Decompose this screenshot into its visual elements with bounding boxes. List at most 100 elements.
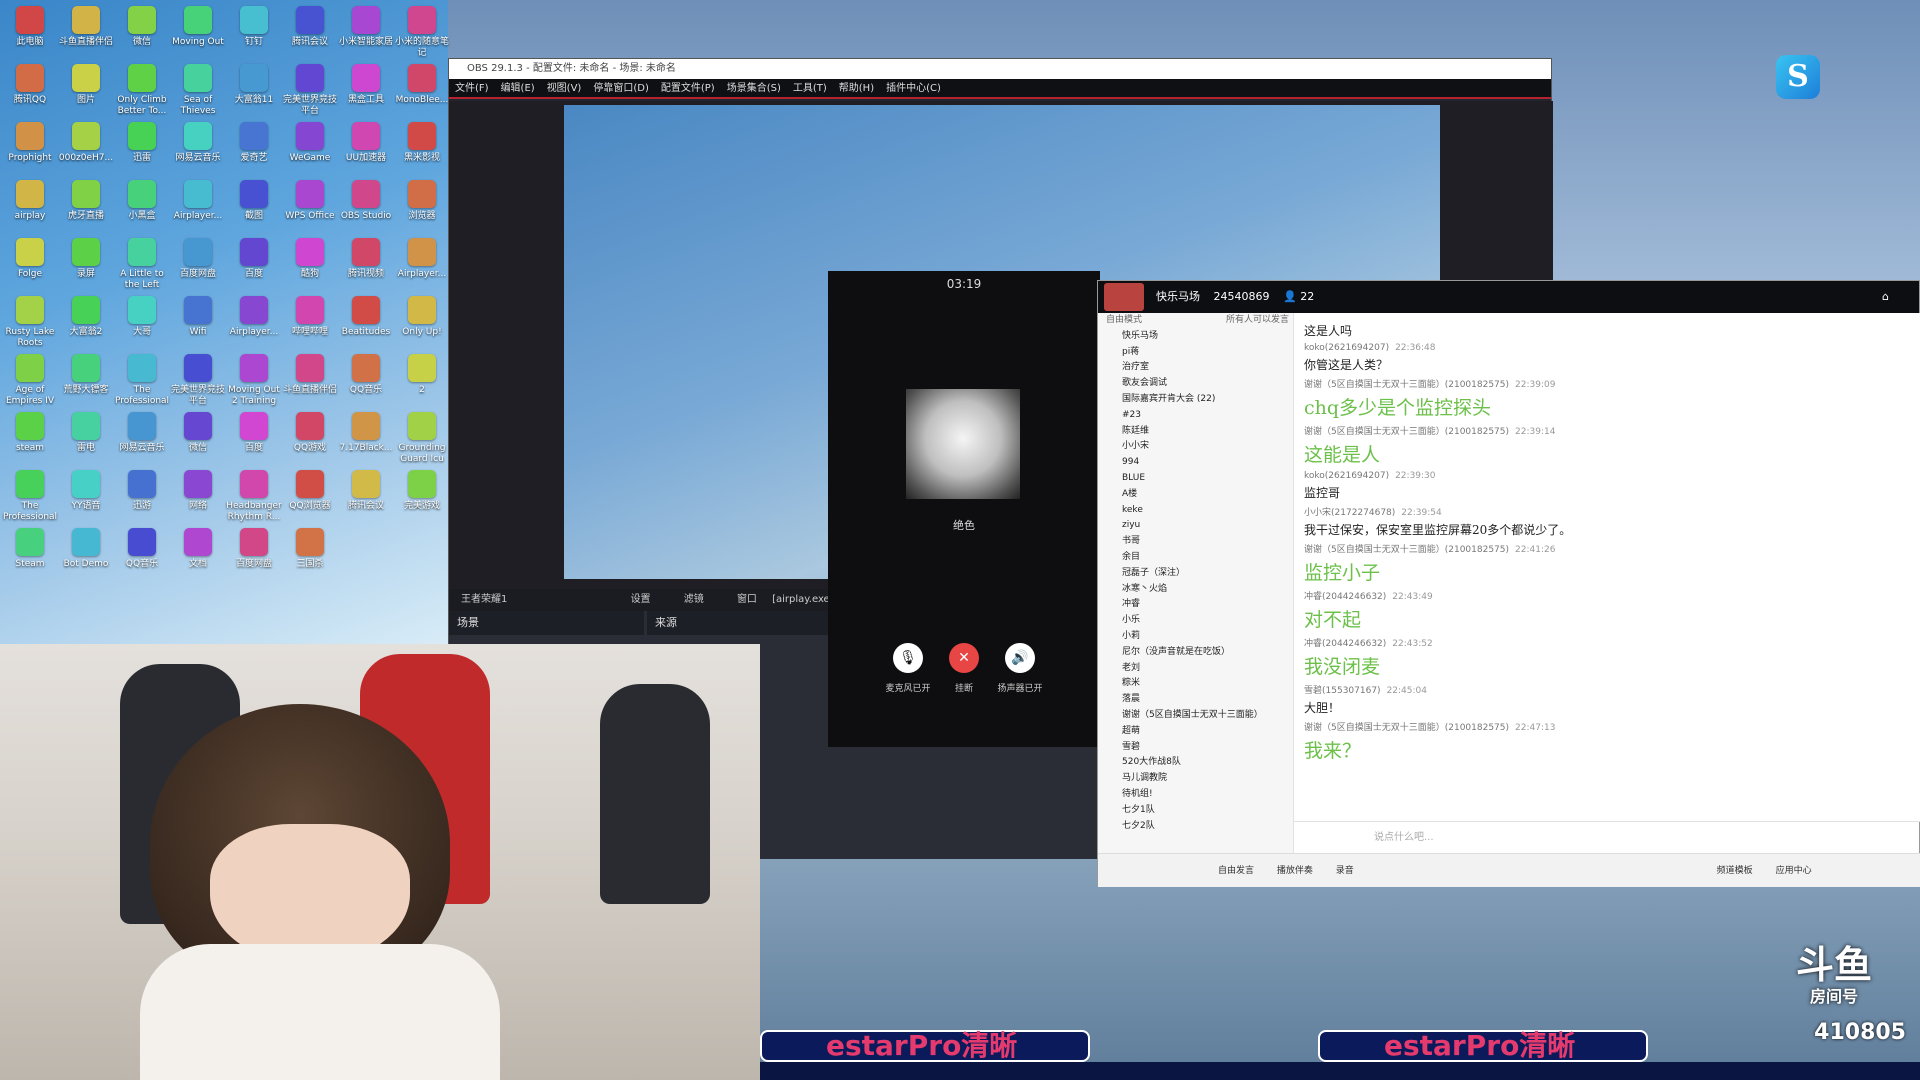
desktop-icon[interactable]: 完美游戏 [394,470,450,512]
desktop-icon[interactable]: Moving Out [170,6,226,48]
desktop-icon[interactable]: 录屏 [58,238,114,280]
desktop-icon[interactable]: 迅游 [114,470,170,512]
desktop-icon[interactable]: 小米智能家居 [338,6,394,48]
desktop-icon[interactable]: QQ音乐 [338,354,394,396]
desktop-icon[interactable]: 斗鱼直播伴侣 [282,354,338,396]
home-icon[interactable]: ⌂ [1882,281,1889,313]
filters-button[interactable]: 滤镜 [684,594,704,605]
desktop-icon[interactable]: Airplayer... [170,180,226,222]
obs-menu-item[interactable]: 帮助(H) [839,83,874,94]
desktop-icon[interactable]: Steam [2,528,58,570]
speak-mode[interactable]: 自由模式 所有人可以发言 [1098,313,1293,329]
desktop-icon[interactable]: 网络 [170,470,226,512]
desktop-icon[interactable]: 浏览器 [394,180,450,222]
desktop-icon[interactable]: 微信 [170,412,226,454]
channel-list-item[interactable]: 冰寒丶火焰 [1098,582,1293,598]
desktop-icon[interactable]: A Little to the Left [114,238,170,291]
message-sender[interactable]: 雪碧(155307167) [1304,686,1381,696]
desktop-icon[interactable]: QQ音乐 [114,528,170,570]
channel-list-item[interactable]: 七夕2队 [1098,819,1293,835]
desktop-icon[interactable]: OBS Studio [338,180,394,222]
channel-list-item[interactable]: 冠磊子（深注） [1098,566,1293,582]
desktop-icon[interactable]: airplay [2,180,58,222]
desktop-icon[interactable]: steam [2,412,58,454]
desktop-icon[interactable]: Wifi [170,296,226,338]
desktop-icon[interactable]: Bot Demo [58,528,114,570]
channel-list-item[interactable]: BLUE [1098,471,1293,487]
channel-list-item[interactable]: pi蒋 [1098,345,1293,361]
desktop-icon[interactable]: 荒野大镖客 [58,354,114,396]
message-sender[interactable]: 冲睿(2044246632) [1304,592,1386,602]
desktop-icon[interactable]: 腾讯会议 [282,6,338,48]
desktop-icon[interactable]: Only Up! [394,296,450,338]
channel-list-item[interactable]: 国际嘉宾开肯大会 (22) [1098,392,1293,408]
desktop-icon[interactable]: 腾讯视频 [338,238,394,280]
channel-list-item[interactable]: 陈廷维 [1098,424,1293,440]
channel-list-item[interactable]: 雪碧 [1098,740,1293,756]
desktop-icon[interactable]: 000z0eH7... [58,122,114,164]
channel-list-item[interactable]: 粽米 [1098,676,1293,692]
message-sender[interactable]: 谢谢（5区自摸国士无双十三面能）(2100182575) [1304,723,1509,733]
obs-menu-item[interactable]: 编辑(E) [501,83,535,94]
channel-list-item[interactable]: A楼 [1098,487,1293,503]
desktop-icon[interactable]: Grounding Guard Icu [394,412,450,465]
obs-menu-item[interactable]: 场景集合(S) [727,83,781,94]
desktop-icon[interactable]: YY语音 [58,470,114,512]
desktop-icon[interactable]: Only Climb Better To... [114,64,170,117]
hangup-button[interactable]: ✕ [949,643,979,673]
desktop-icon[interactable]: QQ游戏 [282,412,338,454]
channel-list-item[interactable]: 小莉 [1098,629,1293,645]
channel-list-item[interactable]: 老刘 [1098,661,1293,677]
desktop-icon[interactable]: Folge [2,238,58,280]
desktop-icon[interactable]: Headbanger Rhythm R... [226,470,282,523]
obs-menu-item[interactable]: 文件(F) [455,83,489,94]
source-name[interactable]: 王者荣耀1 [461,594,507,605]
desktop-icon[interactable]: Beatitudes [338,296,394,338]
channel-list-item[interactable]: 落晨 [1098,692,1293,708]
desktop-icon[interactable]: WPS Office [282,180,338,222]
obs-menu-item[interactable]: 工具(T) [793,83,827,94]
desktop-icon[interactable]: 微信 [114,6,170,48]
channel-list-item[interactable]: 小小宋 [1098,439,1293,455]
desktop-icon[interactable]: 完美世界竞技平台 [282,64,338,117]
desktop-icon[interactable]: 三国杀 [282,528,338,570]
desktop-icon[interactable]: 大富翁11 [226,64,282,106]
channel-list-item[interactable]: 待机组! [1098,787,1293,803]
channel-list-item[interactable]: 520大作战8队 [1098,755,1293,771]
desktop-icon[interactable]: 钉钉 [226,6,282,48]
message-sender[interactable]: 谢谢（5区自摸国士无双十三面能）(2100182575) [1304,380,1509,390]
chat-input[interactable]: 说点什么吧... [1294,821,1920,853]
obs-menu-item[interactable]: 插件中心(C) [886,83,941,94]
desktop-icon[interactable]: 网易云音乐 [114,412,170,454]
desktop-icon[interactable]: The Professional [2,470,58,523]
desktop-icon[interactable]: 完美世界竞技平台 [170,354,226,407]
desktop-icon[interactable]: 腾讯QQ [2,64,58,106]
app-center-button[interactable]: 应用中心 [1776,866,1812,876]
desktop-icon[interactable]: 百度网盘 [226,528,282,570]
desktop-icon[interactable]: 截图 [226,180,282,222]
desktop-icon[interactable]: QQ浏览器 [282,470,338,512]
desktop-icon[interactable]: The Professional [114,354,170,407]
desktop-icon[interactable]: Rusty Lake Roots [2,296,58,349]
desktop-icon[interactable]: Airplayer... [394,238,450,280]
desktop-icon[interactable]: 百度 [226,238,282,280]
desktop-icon[interactable]: UU加速器 [338,122,394,164]
desktop-icon[interactable]: Prophight [2,122,58,164]
desktop-icon[interactable]: 腾讯会议 [338,470,394,512]
channel-list-item[interactable]: 治疗室 [1098,360,1293,376]
desktop-icon[interactable]: 百度网盘 [170,238,226,280]
channel-list-item[interactable]: 小乐 [1098,613,1293,629]
desktop-icon[interactable]: 虎牙直播 [58,180,114,222]
desktop-icon[interactable]: Airplayer... [226,296,282,338]
desktop-icon[interactable]: 雷电 [58,412,114,454]
obs-menu-item[interactable]: 配置文件(P) [661,83,715,94]
channel-list-item[interactable]: 超萌 [1098,724,1293,740]
message-sender[interactable]: 谢谢（5区自摸国士无双十三面能）(2100182575) [1304,545,1509,555]
desktop-icon[interactable]: 此电脑 [2,6,58,48]
desktop-icon[interactable]: WeGame [282,122,338,164]
mic-button[interactable]: 🎙 [893,643,923,673]
message-sender[interactable]: koko(2621694207) [1304,471,1389,481]
desktop-icon[interactable]: Age of Empires IV [2,354,58,407]
sky-app-logo[interactable]: S [1776,55,1820,99]
desktop-icon[interactable]: MonoBlee... [394,64,450,106]
